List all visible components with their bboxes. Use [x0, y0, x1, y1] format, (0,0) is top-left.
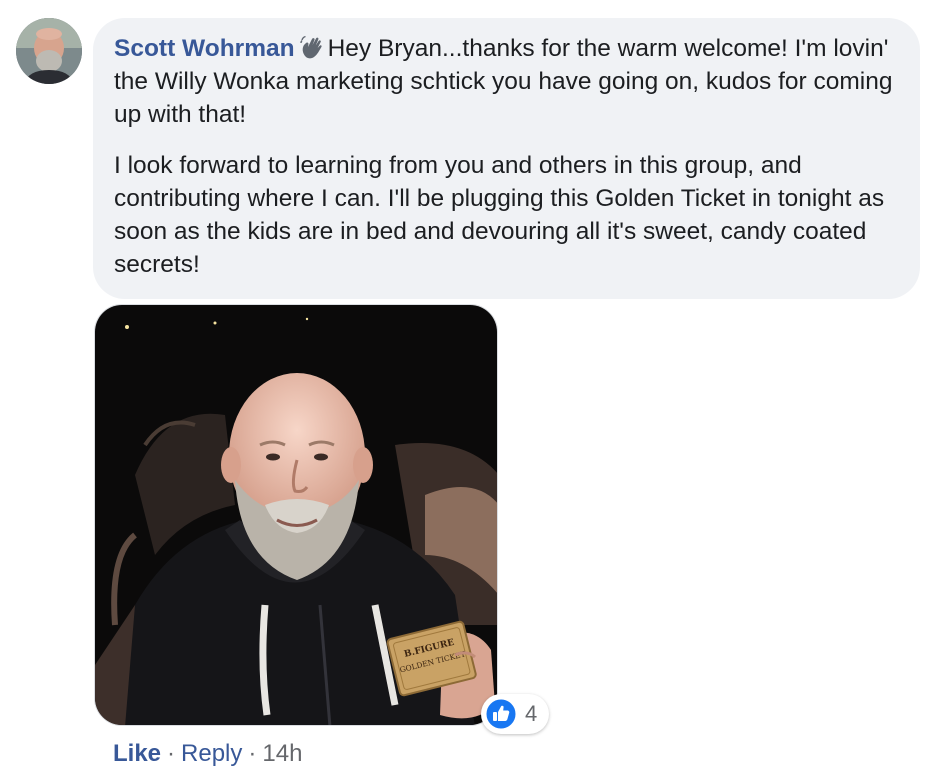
reply-button[interactable]: Reply [181, 740, 242, 767]
reaction-summary[interactable]: 4 [481, 694, 550, 734]
avatar-image [16, 18, 82, 84]
attached-photo[interactable]: B.FIGURE GOLDEN TICKET [94, 304, 498, 726]
thumbs-up-icon [485, 698, 517, 730]
comment-paragraph-1: Scott Wohrman Hey Bryan...thanks for the … [114, 32, 900, 131]
comment-actions: Like · Reply · 14h [113, 738, 302, 770]
timestamp-link[interactable]: 14h [262, 740, 302, 767]
separator-dot: · [248, 740, 257, 767]
waving-hand-icon[interactable] [299, 34, 325, 60]
comment-bubble: Scott Wohrman Hey Bryan...thanks for the … [93, 18, 920, 299]
comment-paragraph-2: I look forward to learning from you and … [114, 152, 885, 278]
author-avatar[interactable] [16, 18, 82, 84]
photo-image: B.FIGURE GOLDEN TICKET [95, 305, 497, 725]
author-name-link[interactable]: Scott Wohrman [114, 35, 295, 62]
like-button[interactable]: Like [113, 740, 161, 767]
reaction-count: 4 [525, 701, 538, 726]
separator-dot: · [167, 740, 176, 767]
